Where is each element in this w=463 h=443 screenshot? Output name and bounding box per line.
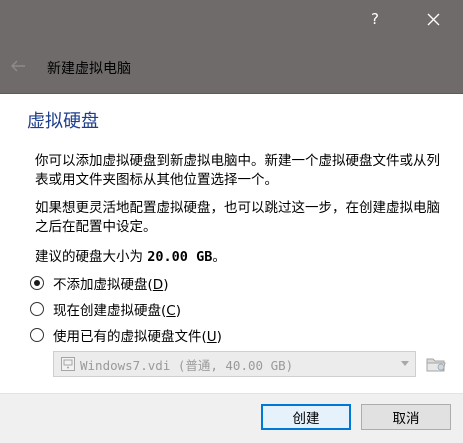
radio-button[interactable]: [30, 276, 44, 290]
chevron-down-icon: [401, 361, 409, 366]
close-button[interactable]: [410, 0, 456, 38]
suggested-size-text: 建议的硬盘大小为 20.00 GB。: [35, 245, 226, 265]
wizard-header: 新建虚拟电脑: [0, 38, 463, 94]
create-button[interactable]: 创建: [261, 404, 351, 430]
help-icon: ?: [371, 10, 379, 28]
cancel-button[interactable]: 取消: [361, 404, 451, 430]
radio-button[interactable]: [30, 328, 44, 342]
radio-label: 不添加虚拟硬盘(D): [53, 277, 169, 293]
description-paragraph: 你可以添加虚拟硬盘到新虚拟电脑中。新建一个虚拟硬盘文件或从列表或用文件夹图标从其…: [35, 153, 440, 188]
back-arrow-icon[interactable]: [9, 57, 27, 75]
folder-icon[interactable]: [424, 353, 448, 375]
suggested-size-value: 20.00 GB: [147, 249, 213, 265]
help-button[interactable]: ?: [352, 0, 398, 38]
hint-paragraph: 如果想更灵活地配置虚拟硬盘，也可以跳过这一步，在创建虚拟电脑之后在配置中设定。: [35, 200, 440, 235]
wizard-title: 新建虚拟电脑: [47, 61, 131, 77]
radio-use-existing-disk[interactable]: 使用已有的虚拟硬盘文件(U): [30, 325, 222, 345]
existing-disk-select[interactable]: Windows7.vdi (普通, 40.00 GB): [53, 351, 416, 377]
radio-button[interactable]: [30, 302, 44, 316]
close-icon: [427, 13, 439, 25]
radio-label: 使用已有的虚拟硬盘文件(U): [53, 329, 222, 345]
radio-create-disk[interactable]: 现在创建虚拟硬盘(C): [30, 299, 181, 319]
existing-disk-value: Windows7.vdi (普通, 40.00 GB): [80, 357, 294, 373]
suggested-size-suffix: 。: [212, 249, 226, 265]
suggested-size-prefix: 建议的硬盘大小为: [35, 249, 148, 265]
page-title: 虚拟硬盘: [27, 111, 99, 132]
radio-no-disk[interactable]: 不添加虚拟硬盘(D): [30, 273, 168, 293]
radio-label: 现在创建虚拟硬盘(C): [53, 303, 181, 319]
disk-file-icon: [61, 357, 75, 371]
